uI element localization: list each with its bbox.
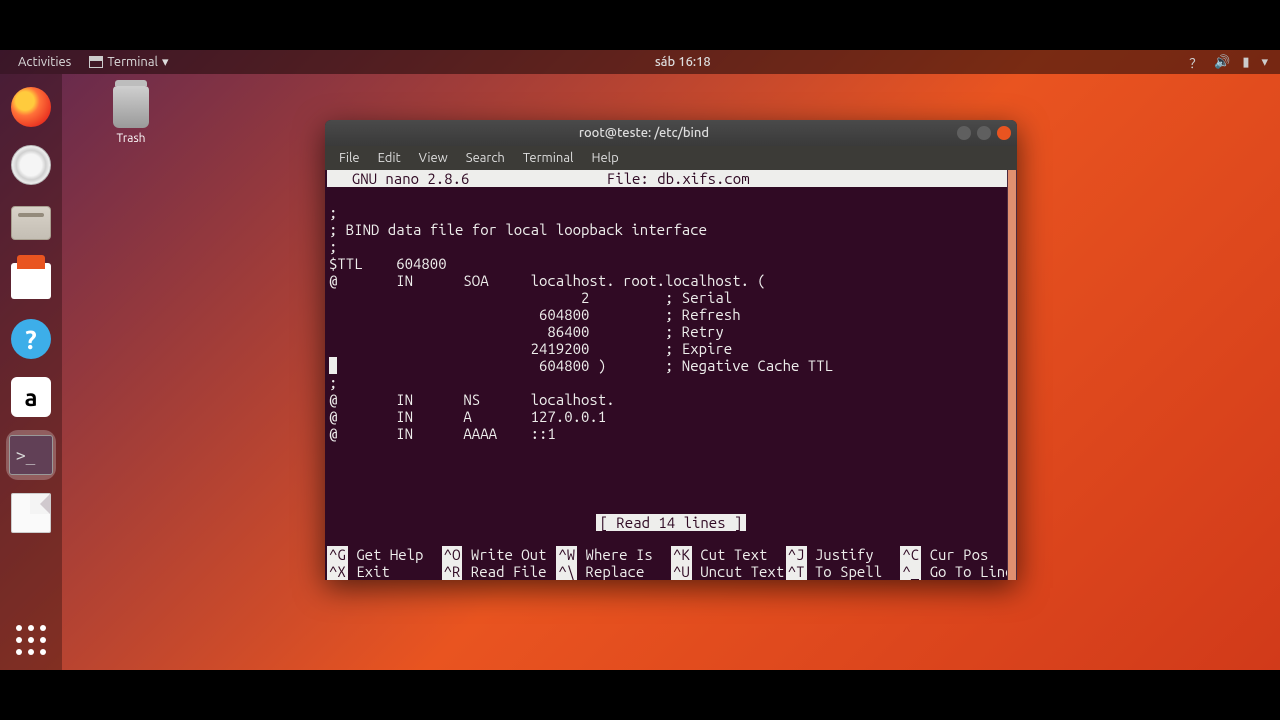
top-bar: Activities Terminal ▾ sáb 16:18 ？ 🔊 ▮ ▾ xyxy=(0,50,1280,74)
nano-file-label: File: db.xifs.com xyxy=(469,170,887,187)
close-button[interactable] xyxy=(997,126,1011,140)
firefox-icon xyxy=(11,87,51,127)
window-title: root@teste: /etc/bind xyxy=(331,126,957,140)
amazon-icon: a xyxy=(11,377,51,417)
terminal-icon xyxy=(89,56,103,68)
nano-status: [ Read 14 lines ] xyxy=(327,514,1015,531)
menu-terminal[interactable]: Terminal xyxy=(515,149,582,167)
minimize-button[interactable] xyxy=(957,126,971,140)
desktop-icon-trash[interactable]: Trash xyxy=(96,86,166,145)
desktop-icon-label: Trash xyxy=(96,132,166,145)
volume-icon[interactable]: 🔊 xyxy=(1214,55,1230,70)
question-icon[interactable]: ？ xyxy=(1189,53,1202,72)
disc-icon xyxy=(11,145,51,185)
dock-item-libreoffice[interactable] xyxy=(8,490,54,536)
software-icon xyxy=(11,263,51,299)
document-icon xyxy=(11,493,51,533)
terminal-window: root@teste: /etc/bind File Edit View Sea… xyxy=(325,120,1017,580)
menu-search[interactable]: Search xyxy=(458,149,513,167)
chevron-down-icon: ▾ xyxy=(162,55,169,70)
app-menu[interactable]: Terminal ▾ xyxy=(81,55,176,70)
battery-icon[interactable]: ▮ xyxy=(1242,55,1249,70)
dock: ? a >_ xyxy=(0,74,62,670)
terminal-scrollbar[interactable] xyxy=(1007,170,1017,580)
nano-help: ^G Get Help^O Write Out^W Where Is^K Cut… xyxy=(325,546,1017,580)
titlebar[interactable]: root@teste: /etc/bind xyxy=(325,120,1017,146)
dock-item-firefox[interactable] xyxy=(8,84,54,130)
desktop-screen: Activities Terminal ▾ sáb 16:18 ？ 🔊 ▮ ▾ … xyxy=(0,50,1280,670)
menu-edit[interactable]: Edit xyxy=(370,149,409,167)
nano-app-label: GNU nano 2.8.6 xyxy=(335,170,469,187)
maximize-button[interactable] xyxy=(977,126,991,140)
files-icon xyxy=(11,206,51,240)
dock-item-rhythmbox[interactable] xyxy=(8,142,54,188)
letterbox-top xyxy=(0,0,1280,50)
dock-item-files[interactable] xyxy=(8,200,54,246)
dock-item-help[interactable]: ? xyxy=(8,316,54,362)
terminal-icon: >_ xyxy=(9,435,53,475)
dock-item-amazon[interactable]: a xyxy=(8,374,54,420)
chevron-down-icon[interactable]: ▾ xyxy=(1261,55,1268,70)
menu-help[interactable]: Help xyxy=(583,149,626,167)
menu-file[interactable]: File xyxy=(331,149,368,167)
letterbox-bottom xyxy=(0,670,1280,720)
clock-label[interactable]: sáb 16:18 xyxy=(176,55,1189,69)
nano-body: ;; BIND data file for local loopback int… xyxy=(327,204,1015,442)
menubar: File Edit View Search Terminal Help xyxy=(325,146,1017,170)
menu-view[interactable]: View xyxy=(411,149,456,167)
nano-header: GNU nano 2.8.6 File: db.xifs.com xyxy=(327,170,1015,187)
trash-icon xyxy=(113,86,149,128)
dock-item-software[interactable] xyxy=(8,258,54,304)
dock-item-terminal[interactable]: >_ xyxy=(8,432,54,478)
system-tray[interactable]: ？ 🔊 ▮ ▾ xyxy=(1189,53,1272,72)
app-menu-label: Terminal xyxy=(107,55,158,69)
terminal-content[interactable]: GNU nano 2.8.6 File: db.xifs.com ;; BIND… xyxy=(325,170,1017,580)
show-applications-button[interactable] xyxy=(13,622,49,658)
help-icon: ? xyxy=(11,319,51,359)
activities-button[interactable]: Activities xyxy=(8,55,81,69)
